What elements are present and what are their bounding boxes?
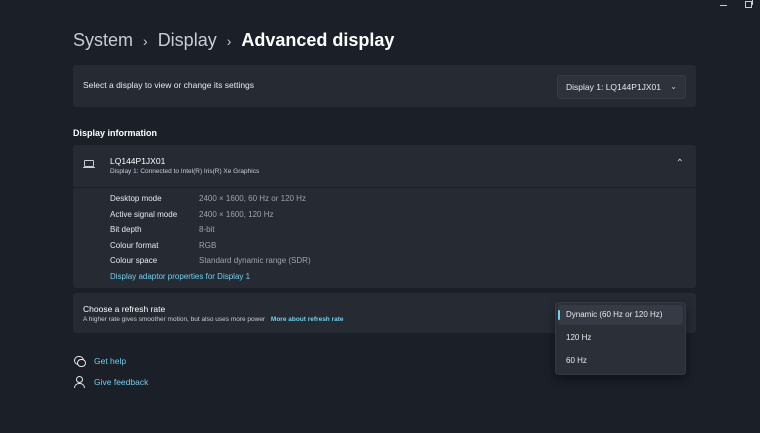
refresh-rate-option-label: 120 Hz: [566, 333, 592, 342]
breadcrumb-display[interactable]: Display: [158, 30, 217, 51]
property-row: Colour space Standard dynamic range (SDR…: [110, 256, 311, 272]
refresh-rate-subtitle: A higher rate gives smoother motion, but…: [83, 316, 266, 323]
feedback-person-icon: [73, 376, 85, 388]
laptop-icon: [83, 160, 95, 168]
refresh-rate-option-label: 60 Hz: [566, 356, 587, 365]
give-feedback-label: Give feedback: [94, 377, 149, 387]
window-controls: [720, 0, 753, 8]
page-title: Advanced display: [241, 30, 395, 50]
chat-help-icon: [73, 355, 86, 367]
breadcrumb: System › Display › Advanced display: [73, 30, 394, 51]
property-row: Active signal mode 2400 × 1600, 120 Hz: [110, 210, 311, 226]
breadcrumb-separator-icon: ›: [143, 32, 148, 49]
monitor-name: LQ144P1JX01: [110, 156, 166, 166]
property-label: Colour space: [110, 256, 158, 265]
breadcrumb-system[interactable]: System: [73, 30, 133, 51]
display-select-label: Select a display to view or change its s…: [83, 80, 255, 90]
display-adaptor-properties-link[interactable]: Display adaptor properties for Display 1: [110, 272, 250, 281]
property-label: Colour format: [110, 240, 159, 250]
chevron-down-icon: ⌄: [670, 82, 677, 91]
display-info-header[interactable]: LQ144P1JX01 Display 1: Connected to Inte…: [73, 145, 696, 188]
property-row: Bit depth 8-bit: [110, 225, 311, 241]
property-value: RGB: [199, 240, 217, 250]
more-about-refresh-rate-link[interactable]: More about refresh rate: [271, 316, 344, 323]
get-help-label: Get help: [94, 356, 127, 366]
get-help-link[interactable]: Get help: [73, 355, 126, 367]
refresh-rate-option-label: Dynamic (60 Hz or 120 Hz): [566, 310, 663, 319]
property-label: Desktop mode: [110, 194, 162, 203]
refresh-rate-title: Choose a refresh rate: [83, 304, 166, 314]
property-label: Active signal mode: [110, 209, 178, 219]
refresh-rate-option-120[interactable]: 120 Hz: [558, 328, 683, 348]
property-label: Bit depth: [110, 225, 142, 234]
property-value: 2400 × 1600, 120 Hz: [199, 209, 274, 219]
display-dropdown-value: Display 1: LQ144P1JX01: [566, 82, 661, 92]
refresh-rate-subtitle-row: A higher rate gives smoother motion, but…: [83, 316, 344, 323]
property-row: Desktop mode 2400 × 1600, 60 Hz or 120 H…: [110, 194, 311, 210]
property-value: 8-bit: [199, 225, 215, 234]
display-select-card: Select a display to view or change its s…: [73, 65, 696, 107]
breadcrumb-separator-icon: ›: [226, 32, 232, 49]
display-dropdown[interactable]: Display 1: LQ144P1JX01 ⌄: [557, 75, 686, 99]
display-properties: Desktop mode 2400 × 1600, 60 Hz or 120 H…: [110, 194, 311, 272]
refresh-rate-option-dynamic[interactable]: Dynamic (60 Hz or 120 Hz): [558, 305, 683, 325]
give-feedback-link[interactable]: Give feedback: [73, 376, 148, 388]
display-info-card: LQ144P1JX01 Display 1: Connected to Inte…: [73, 145, 696, 288]
section-title-display-information: Display information: [73, 128, 158, 138]
property-value: 2400 × 1600, 60 Hz or 120 Hz: [199, 194, 306, 203]
refresh-rate-option-60[interactable]: 60 Hz: [558, 351, 683, 371]
chevron-up-icon[interactable]: ⌃: [676, 158, 684, 169]
restore-icon[interactable]: [745, 0, 753, 8]
property-value: Standard dynamic range (SDR): [199, 256, 311, 265]
monitor-connection: Display 1: Connected to Intel(R) Iris(R)…: [110, 168, 260, 175]
refresh-rate-dropdown-menu: Dynamic (60 Hz or 120 Hz) 120 Hz 60 Hz: [555, 302, 686, 375]
property-row: Colour format RGB: [110, 241, 311, 257]
minimize-icon[interactable]: [720, 5, 727, 6]
